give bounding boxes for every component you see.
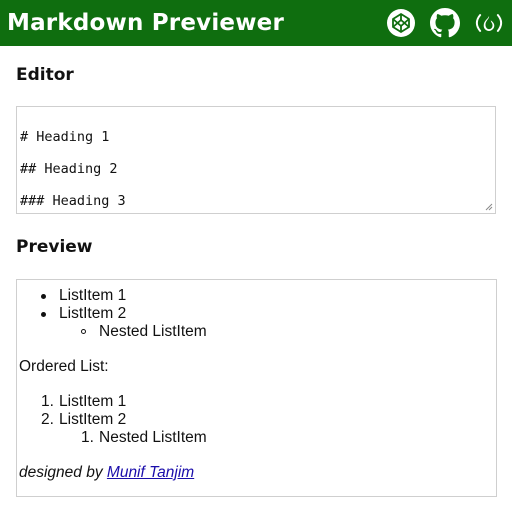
codepen-icon[interactable] xyxy=(386,8,416,38)
ordered-list: 1. ListItem 1 2. ListItem 2 1. Nested ListI… xyxy=(19,393,496,447)
list-number: 1. xyxy=(81,429,94,446)
editor-line: ## Heading 2 xyxy=(20,161,118,177)
unordered-list: ListItem 1 ListItem 2 Nested ListItem xyxy=(19,287,496,341)
markdown-editor-textarea[interactable]: # Heading 1 ## Heading 2 ### Heading 3 xyxy=(16,106,496,214)
preview-heading: Preview xyxy=(16,237,93,257)
app-title: Markdown Previewer xyxy=(7,10,285,36)
list-text: ListItem 1 xyxy=(59,393,127,410)
list-item: ListItem 1 xyxy=(19,287,496,305)
app-header: Markdown Previewer xyxy=(0,0,512,46)
nested-list-item: Nested ListItem xyxy=(19,323,496,341)
ordered-list-item: 2. ListItem 2 xyxy=(19,411,496,429)
list-item: ListItem 2 xyxy=(19,305,496,323)
editor-line: # Heading 1 xyxy=(20,129,110,145)
list-number: 2. xyxy=(41,411,54,428)
header-icons xyxy=(386,8,504,38)
ordered-list-label: Ordered List: xyxy=(19,358,109,375)
author-link[interactable]: Munif Tanjim xyxy=(107,464,194,481)
nested-ordered-list-item: 1. Nested ListItem xyxy=(19,429,496,447)
preview-pane: ListItem 1 ListItem 2 Nested ListItem Or… xyxy=(16,279,497,497)
list-text: ListItem 2 xyxy=(59,411,127,428)
credit-prefix: designed by xyxy=(19,464,103,481)
editor-heading: Editor xyxy=(16,65,74,85)
list-number: 1. xyxy=(41,393,54,410)
ordered-list-item: 1. ListItem 1 xyxy=(19,393,496,411)
credit-line: designed by Munif Tanjim xyxy=(19,464,496,482)
resize-handle-icon[interactable] xyxy=(485,203,493,211)
github-icon[interactable] xyxy=(430,8,460,38)
freecodecamp-icon[interactable] xyxy=(474,8,504,38)
editor-line: ### Heading 3 xyxy=(20,193,126,209)
list-text: Nested ListItem xyxy=(99,429,207,446)
